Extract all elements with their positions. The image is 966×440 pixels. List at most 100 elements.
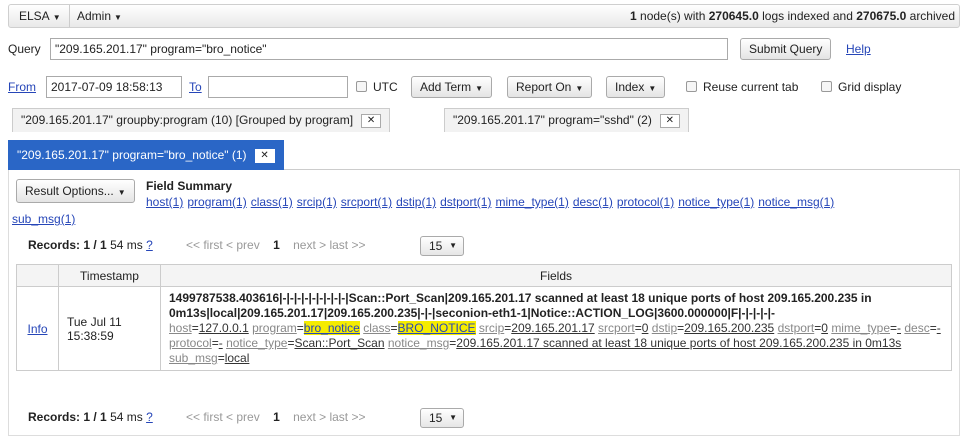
prev-page-link[interactable]: < prev [226,410,260,424]
help-link[interactable]: Help [846,42,871,56]
field-link-srcip[interactable]: srcip(1) [297,195,337,209]
field-value[interactable]: BRO_NOTICE [397,321,476,335]
field-link-class[interactable]: class(1) [251,195,293,209]
field-key[interactable]: dstport [778,321,815,335]
query-tabs: "209.165.201.17" groupby:program (10) [G… [8,104,960,170]
add-term-label: Add Term [420,80,472,94]
info-link[interactable]: Info [27,322,47,336]
field-pair-mime-type: mime_type=- [831,321,902,335]
chevron-down-icon: ▼ [648,84,657,93]
field-key[interactable]: srcport [598,321,635,335]
field-value[interactable]: - [897,321,901,335]
close-icon[interactable]: ✕ [659,113,680,128]
from-input[interactable] [46,76,182,98]
field-link-notice-type[interactable]: notice_type(1) [678,195,754,209]
grid-display-checkbox[interactable] [821,81,832,92]
first-page-link[interactable]: << first [186,238,223,252]
next-page-link[interactable]: next > [293,238,326,252]
index-button[interactable]: Index ▼ [606,76,666,98]
field-key[interactable]: mime_type [831,321,890,335]
header-fields[interactable]: Fields [160,264,952,287]
field-value[interactable]: 209.165.201.17 [511,321,594,335]
elsa-menu[interactable]: ELSA ▼ [11,5,70,27]
header-timestamp[interactable]: Timestamp [58,264,161,287]
first-page-link[interactable]: << first [186,410,223,424]
field-summary-title: Field Summary [146,179,233,193]
field-link-program[interactable]: program(1) [187,195,246,209]
field-value[interactable]: 0 [821,321,828,335]
field-pair-dstport: dstport=0 [777,321,828,335]
field-value[interactable]: - [937,321,941,335]
query-label: Query [8,42,41,56]
field-link-desc[interactable]: desc(1) [573,195,613,209]
table-header-row: Timestamp Fields [16,264,952,287]
admin-menu[interactable]: Admin ▼ [69,5,130,27]
field-key[interactable]: class [363,321,390,335]
field-value[interactable]: 209.165.200.235 [684,321,774,335]
next-page-link[interactable]: next > [293,410,326,424]
field-value[interactable]: local [225,351,250,365]
field-link-host[interactable]: host(1) [146,195,183,209]
field-key[interactable]: dstip [652,321,677,335]
records-help-link[interactable]: ? [146,410,153,424]
close-icon[interactable]: ✕ [361,113,382,128]
tab-label: "209.165.201.17" program="sshd" (2) [453,113,652,127]
field-value[interactable]: 127.0.0.1 [199,321,249,335]
field-key[interactable]: notice_msg [388,336,449,350]
submit-query-button[interactable]: Submit Query [740,38,832,60]
tab-bro-notice[interactable]: "209.165.201.17" program="bro_notice" (1… [8,140,284,170]
field-pair-class: class=BRO_NOTICE [363,321,476,335]
field-key[interactable]: protocol [169,336,212,350]
field-value[interactable]: 209.165.201.17 scanned at least 18 uniqu… [456,336,901,350]
field-key[interactable]: sub_msg [169,351,218,365]
records-count: 1 / 1 [83,410,107,424]
field-link-protocol[interactable]: protocol(1) [617,195,674,209]
per-page-select[interactable]: 15 ▼ [420,236,464,256]
close-icon[interactable]: ✕ [254,148,275,163]
field-pair-protocol: protocol=- [169,336,223,350]
records-help-link[interactable]: ? [146,238,153,252]
field-summary-links: host(1) program(1) class(1) srcip(1) srcport… [146,195,946,209]
records-summary-top: Records: 1 / 1 54 ms ? [28,238,153,252]
tab-grouped-by-program[interactable]: "209.165.201.17" groupby:program (10) [G… [12,108,391,132]
records-count: 1 / 1 [83,238,107,252]
field-value[interactable]: bro_notice [303,321,360,335]
field-value[interactable]: 0 [642,321,649,335]
chevron-down-icon: ▼ [575,84,584,93]
field-link-dstport[interactable]: dstport(1) [440,195,491,209]
report-on-label: Report On [516,80,572,94]
field-link-srcport[interactable]: srcport(1) [341,195,392,209]
from-link[interactable]: From [8,80,36,94]
result-options-button[interactable]: Result Options... ▼ [16,179,135,203]
per-page-value: 15 [429,239,443,253]
reuse-tab-checkbox[interactable] [686,81,697,92]
to-input[interactable] [208,76,348,98]
admin-menu-label: Admin [77,9,112,23]
tab-sshd[interactable]: "209.165.201.17" program="sshd" (2) ✕ [444,108,689,132]
field-pair-notice-type: notice_type=Scan::Port_Scan [226,336,385,350]
last-page-link[interactable]: last >> [329,238,365,252]
field-key[interactable]: program [252,321,297,335]
query-input[interactable] [50,38,728,60]
field-link-notice-msg[interactable]: notice_msg(1) [758,195,834,209]
field-link-sub-msg[interactable]: sub_msg(1) [12,212,75,226]
add-term-button[interactable]: Add Term ▼ [411,76,493,98]
chevron-down-icon: ▼ [114,13,122,22]
log-message: 1499787538.403616|-|-|-|-|-|-|-|-|-|Scan… [169,291,872,320]
field-value[interactable]: Scan::Port_Scan [294,336,384,350]
field-link-mime-type[interactable]: mime_type(1) [495,195,568,209]
prev-page-link[interactable]: < prev [226,238,260,252]
tab-label: "209.165.201.17" groupby:program (10) [G… [21,113,354,127]
field-key[interactable]: notice_type [226,336,287,350]
field-value[interactable]: - [219,336,223,350]
field-key[interactable]: host [169,321,192,335]
to-link[interactable]: To [189,80,202,94]
per-page-select[interactable]: 15 ▼ [420,408,464,428]
last-page-link[interactable]: last >> [329,410,365,424]
report-on-button[interactable]: Report On ▼ [507,76,593,98]
field-key[interactable]: desc [904,321,929,335]
field-link-dstip[interactable]: dstip(1) [396,195,436,209]
utc-label: UTC [373,80,398,94]
field-key[interactable]: srcip [479,321,504,335]
utc-checkbox[interactable] [356,81,367,92]
